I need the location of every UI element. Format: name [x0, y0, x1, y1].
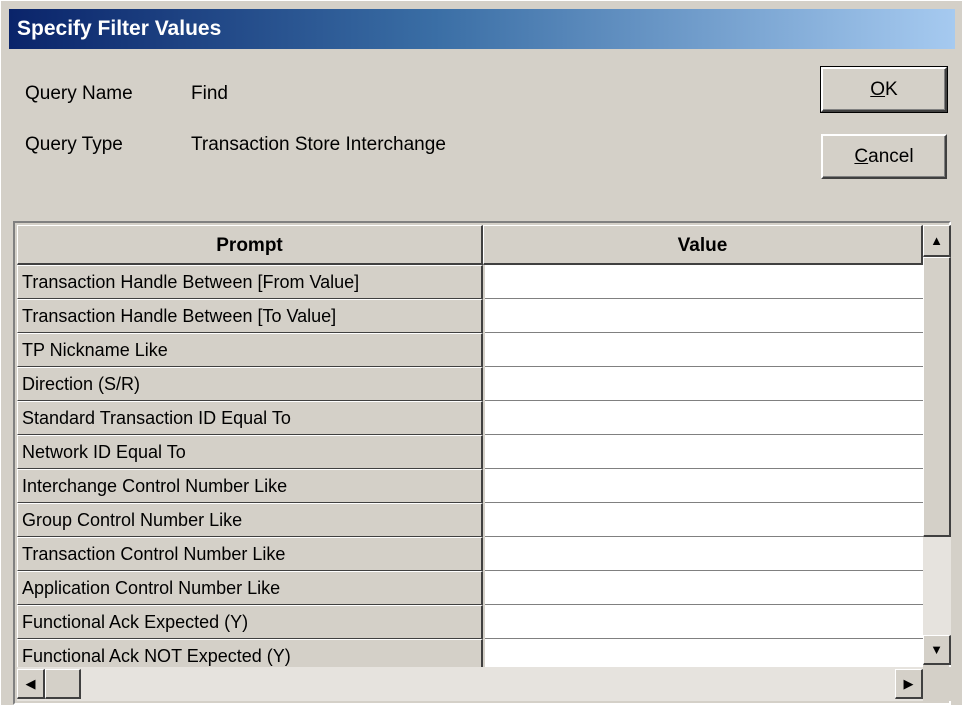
table-row: Network ID Equal To	[17, 435, 923, 469]
prompt-cell: Transaction Handle Between [To Value]	[17, 299, 483, 333]
cancel-mnemonic: C	[854, 145, 869, 167]
dialog-window: Specify Filter Values Query Name Find Qu…	[0, 0, 963, 706]
horizontal-scrollbar[interactable]: ◀ ▶	[17, 667, 923, 701]
table-row: Transaction Handle Between [To Value]	[17, 299, 923, 333]
prompt-cell: TP Nickname Like	[17, 333, 483, 367]
value-cell[interactable]	[485, 367, 923, 401]
prompt-cell: Standard Transaction ID Equal To	[17, 401, 483, 435]
table-row: Group Control Number Like	[17, 503, 923, 537]
value-cell[interactable]	[485, 435, 923, 469]
prompt-cell: Direction (S/R)	[17, 367, 483, 401]
value-cell[interactable]	[485, 469, 923, 503]
value-cell[interactable]	[485, 265, 923, 299]
query-type-label: Query Type	[25, 134, 123, 155]
column-header-prompt[interactable]: Prompt	[17, 225, 483, 265]
table-row: TP Nickname Like	[17, 333, 923, 367]
vertical-scrollbar[interactable]: ▲ ▼	[923, 225, 951, 665]
horizontal-scroll-thumb[interactable]	[45, 669, 81, 699]
scroll-down-icon[interactable]: ▼	[923, 635, 951, 665]
value-cell[interactable]	[485, 571, 923, 605]
scroll-left-icon[interactable]: ◀	[17, 669, 45, 699]
table-row: Transaction Handle Between [From Value]	[17, 265, 923, 299]
ok-label-rest: K	[885, 78, 898, 100]
cancel-label-rest: ancel	[868, 145, 914, 167]
cancel-button[interactable]: Cancel	[821, 134, 947, 179]
value-cell[interactable]	[485, 401, 923, 435]
ok-mnemonic: O	[870, 78, 886, 100]
table-row: Functional Ack Expected (Y)	[17, 605, 923, 639]
value-cell[interactable]	[485, 299, 923, 333]
table-row: Interchange Control Number Like	[17, 469, 923, 503]
value-cell[interactable]	[485, 503, 923, 537]
table-row: Standard Transaction ID Equal To	[17, 401, 923, 435]
prompt-cell: Functional Ack Expected (Y)	[17, 605, 483, 639]
vertical-scroll-thumb[interactable]	[923, 257, 951, 537]
prompt-cell: Transaction Control Number Like	[17, 537, 483, 571]
table-row: Application Control Number Like	[17, 571, 923, 605]
prompt-cell: Application Control Number Like	[17, 571, 483, 605]
value-cell[interactable]	[485, 537, 923, 571]
value-cell[interactable]	[485, 605, 923, 639]
table-row: Transaction Control Number Like	[17, 537, 923, 571]
query-type-value: Transaction Store Interchange	[191, 134, 446, 155]
column-header-value[interactable]: Value	[483, 225, 923, 265]
value-cell[interactable]	[485, 333, 923, 367]
prompt-cell: Group Control Number Like	[17, 503, 483, 537]
query-name-value: Find	[191, 83, 228, 104]
dialog-title: Specify Filter Values	[9, 9, 955, 49]
scrollbar-corner	[923, 667, 951, 701]
scroll-right-icon[interactable]: ▶	[895, 669, 923, 699]
table-row: Direction (S/R)	[17, 367, 923, 401]
prompt-cell: Interchange Control Number Like	[17, 469, 483, 503]
ok-button[interactable]: OK	[820, 66, 948, 113]
prompt-cell: Transaction Handle Between [From Value]	[17, 265, 483, 299]
prompt-cell: Network ID Equal To	[17, 435, 483, 469]
scroll-up-icon[interactable]: ▲	[923, 225, 951, 257]
query-name-label: Query Name	[25, 83, 133, 104]
